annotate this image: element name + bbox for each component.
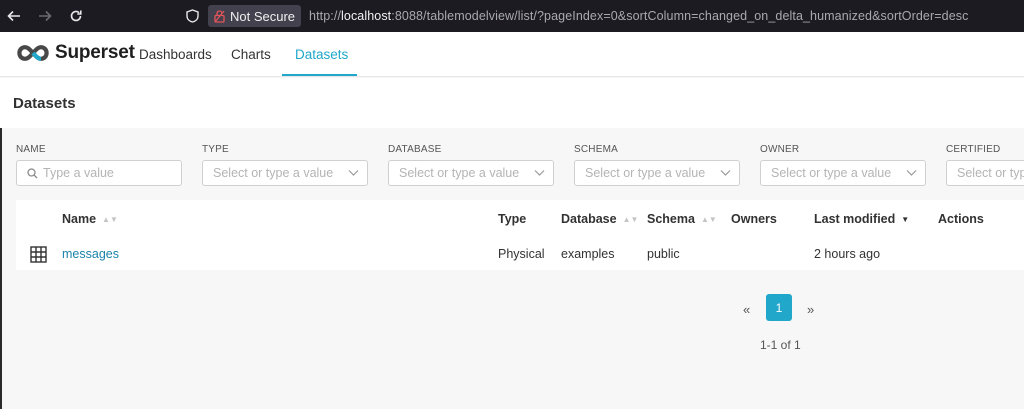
column-header-type: Type <box>498 212 526 226</box>
pagination-page-1[interactable]: 1 <box>766 294 792 321</box>
url-bar[interactable]: Not Secure http://localhost:8088/tablemo… <box>182 4 968 28</box>
type-filter-select[interactable]: Select or type a value <box>202 160 368 186</box>
sort-icon: ▲▼ <box>700 214 717 224</box>
filter-label-database: DATABASE <box>388 144 442 155</box>
browser-toolbar: Not Secure http://localhost:8088/tablemo… <box>0 0 1024 32</box>
column-header-owners: Owners <box>731 212 777 226</box>
column-header-schema[interactable]: Schema ▲▼ <box>647 212 717 226</box>
column-header-label: Schema <box>647 212 695 226</box>
type-filter-placeholder: Select or type a value <box>213 166 334 180</box>
certified-filter-select[interactable]: Select or type a value <box>946 160 1024 186</box>
page-title-bar: Datasets <box>0 78 1024 128</box>
column-header-label: Type <box>498 212 527 226</box>
nav-datasets[interactable]: Datasets <box>295 47 348 62</box>
column-header-last-modified[interactable]: Last modified ▼ <box>814 212 909 226</box>
dataset-last-modified: 2 hours ago <box>814 247 881 261</box>
brand-name: Superset <box>55 42 135 63</box>
url-prefix: http:// <box>309 9 342 23</box>
dataset-name-link[interactable]: messages <box>62 247 119 261</box>
broken-lock-icon <box>214 9 225 23</box>
database-filter-select[interactable]: Select or type a value <box>388 160 554 186</box>
column-header-label: Actions <box>938 212 984 226</box>
security-label: Not Secure <box>230 8 296 24</box>
column-header-label: Database <box>561 212 617 226</box>
schema-filter-placeholder: Select or type a value <box>585 166 706 180</box>
owner-filter-select[interactable]: Select or type a value <box>760 160 926 186</box>
nav-dashboards[interactable]: Dashboards <box>139 47 212 62</box>
sort-desc-icon: ▼ <box>901 214 910 224</box>
filter-label-schema: SCHEMA <box>574 144 618 155</box>
name-filter-placeholder: Type a value <box>43 166 114 180</box>
column-header-label: Name <box>62 212 97 226</box>
column-header-name[interactable]: Name ▲▼ <box>62 212 118 226</box>
search-icon <box>27 167 38 179</box>
url-text[interactable]: http://localhost:8088/tablemodelview/lis… <box>309 9 968 23</box>
column-header-actions: Actions <box>938 212 984 226</box>
filter-bar: NAME Type a value TYPE Select or type a … <box>0 128 1024 200</box>
database-filter-placeholder: Select or type a value <box>399 166 520 180</box>
superset-logo[interactable]: Superset <box>16 42 135 64</box>
sort-icon: ▲▼ <box>622 214 639 224</box>
filter-label-owner: OWNER <box>760 144 800 155</box>
table-grid-icon <box>30 246 47 268</box>
owner-filter-placeholder: Select or type a value <box>771 166 892 180</box>
datasets-table: Name ▲▼ Type Database ▲▼ Schema ▲▼ Owners L… <box>16 200 1024 270</box>
tracking-shield-icon[interactable] <box>182 6 202 26</box>
schema-filter-select[interactable]: Select or type a value <box>574 160 740 186</box>
column-header-label: Last modified <box>814 212 896 226</box>
name-filter-input[interactable]: Type a value <box>16 160 182 186</box>
chevron-down-icon <box>348 167 359 181</box>
back-icon[interactable] <box>3 5 25 27</box>
column-header-database[interactable]: Database ▲▼ <box>561 212 638 226</box>
url-path: :8088/tablemodelview/list/?pageIndex=0&s… <box>391 9 969 23</box>
pagination-summary: 1-1 of 1 <box>760 338 801 352</box>
active-tab-indicator <box>282 74 357 76</box>
dataset-type: Physical <box>498 247 545 261</box>
certified-filter-placeholder: Select or type a value <box>957 166 1024 180</box>
pagination-prev-button[interactable]: « <box>743 302 750 317</box>
sort-icon: ▲▼ <box>102 214 118 224</box>
filter-label-certified: CERTIFIED <box>946 144 1001 155</box>
chevron-down-icon <box>720 167 731 181</box>
dataset-schema: public <box>647 247 680 261</box>
dataset-database: examples <box>561 247 615 261</box>
not-secure-badge[interactable]: Not Secure <box>208 5 302 27</box>
page-title: Datasets <box>13 95 76 112</box>
url-host: localhost <box>341 9 392 23</box>
pagination-next-button[interactable]: » <box>807 302 814 317</box>
filter-label-name: NAME <box>16 144 46 155</box>
superset-infinity-icon <box>17 45 49 61</box>
app-header: Superset Dashboards Charts Datasets <box>0 32 1024 77</box>
filter-label-type: TYPE <box>202 144 229 155</box>
forward-icon[interactable] <box>34 5 56 27</box>
chevron-down-icon <box>906 167 917 181</box>
reload-icon[interactable] <box>65 5 87 27</box>
nav-charts[interactable]: Charts <box>231 47 271 62</box>
chevron-down-icon <box>534 167 545 181</box>
column-header-label: Owners <box>731 212 777 226</box>
